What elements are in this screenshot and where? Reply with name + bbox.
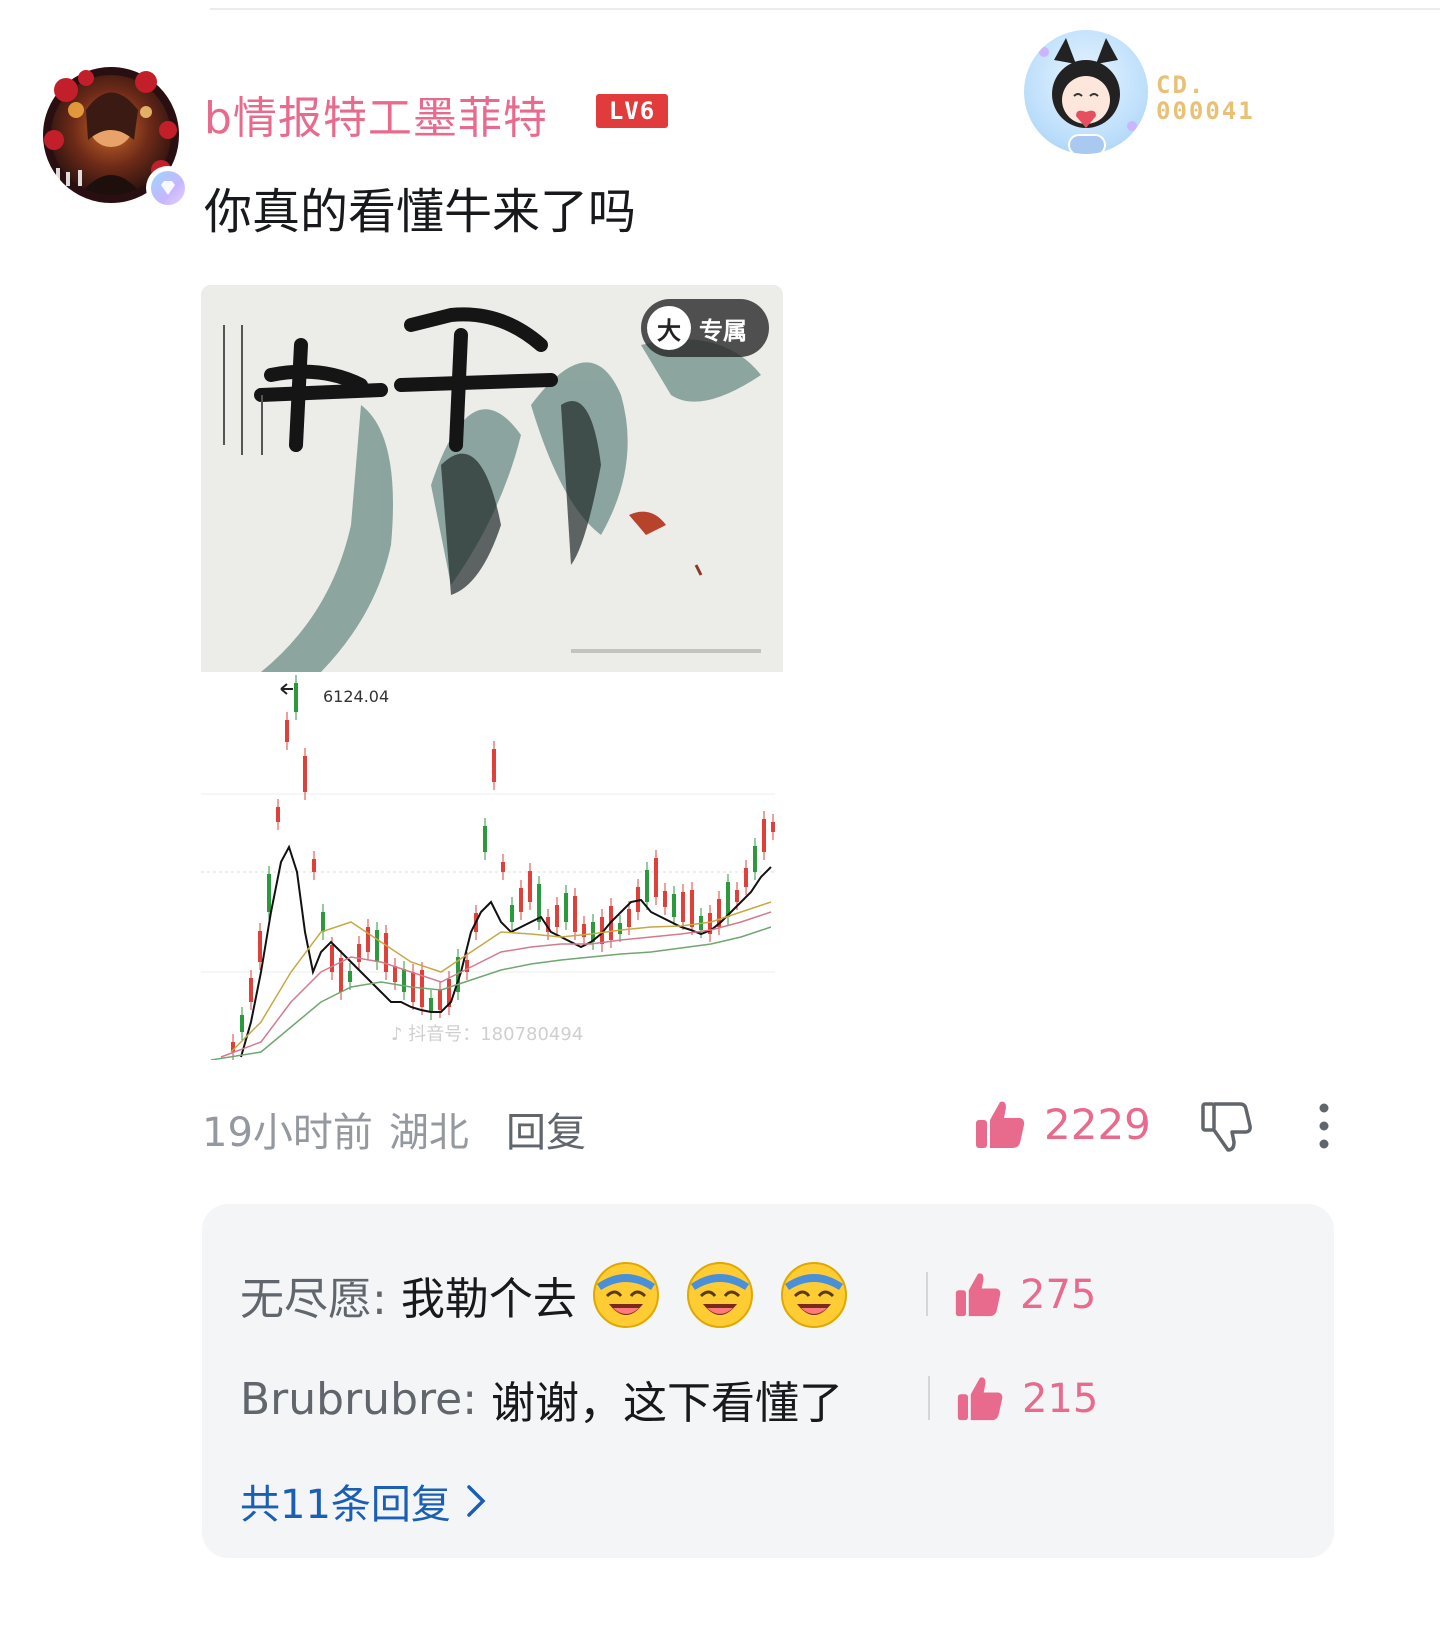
user-avatar[interactable] [26, 67, 190, 210]
price-label: 6124.04 [323, 687, 389, 706]
comment-meta: 19小时前 湖北 [202, 1100, 469, 1158]
reply-item[interactable]: 无尽愿: 我勒个去 [240, 1260, 849, 1330]
laughing-emoji-icon [686, 1262, 753, 1328]
reply-text: 我勒个去 [400, 1274, 577, 1325]
chevron-right-icon [467, 1485, 486, 1517]
reply-user[interactable]: Brubrubre: [240, 1374, 477, 1425]
comment-location: 湖北 [388, 1110, 469, 1156]
like-count: 2229 [1044, 1100, 1151, 1149]
reply-text: 谢谢，这下看懂了 [491, 1378, 844, 1429]
like-icon[interactable] [974, 1098, 1026, 1150]
fan-badge[interactable]: CD. 000041 [1024, 30, 1284, 160]
replies-box: 无尽愿: 我勒个去 275 Brubrubre: 谢谢，这下看懂了 215 共1… [202, 1204, 1334, 1558]
fan-badge-avatar [1024, 30, 1148, 154]
reply-like-count: 215 [1022, 1376, 1099, 1422]
exclusive-tag-label: 专属 [699, 316, 747, 345]
reply-divider [926, 1272, 928, 1316]
username[interactable]: b情报特工墨菲特 [204, 82, 548, 146]
comment-time: 19小时前 [202, 1110, 373, 1156]
top-divider [210, 8, 1440, 10]
reply-divider [928, 1376, 930, 1420]
fan-badge-number: 000041 [1156, 97, 1255, 125]
reply-like-count: 275 [1020, 1272, 1097, 1318]
comment-image-2[interactable]: 6124.04 ♪ 抖音号：180780494 [201, 672, 783, 1060]
laughing-emoji-icon [780, 1262, 847, 1328]
exclusive-tag: 大 专属 [641, 299, 769, 357]
comment-image-1[interactable]: 大 专属 [201, 285, 783, 672]
laughing-emoji-icon [592, 1262, 659, 1328]
comment-text: 你真的看懂牛来了吗 [204, 184, 637, 240]
reply-button[interactable]: 回复 [506, 1100, 586, 1158]
more-replies-link[interactable]: 共11条回复 [240, 1472, 489, 1530]
level-badge: LV6 [596, 94, 668, 128]
exclusive-tag-icon: 大 [647, 306, 691, 350]
svg-text:♪ 抖音号：180780494: ♪ 抖音号：180780494 [391, 1024, 583, 1045]
reply-like-icon[interactable] [956, 1374, 1004, 1422]
verify-icon [146, 166, 190, 210]
reply-like-icon[interactable] [954, 1270, 1002, 1318]
reply-user[interactable]: 无尽愿: [240, 1263, 387, 1327]
reply-item[interactable]: Brubrubre: 谢谢，这下看懂了 [240, 1364, 843, 1434]
more-replies-label: 共11条回复 [240, 1482, 451, 1528]
more-vertical-icon[interactable] [1306, 1100, 1342, 1154]
dislike-icon[interactable] [1200, 1100, 1254, 1154]
fan-badge-line1: CD. [1156, 71, 1206, 99]
